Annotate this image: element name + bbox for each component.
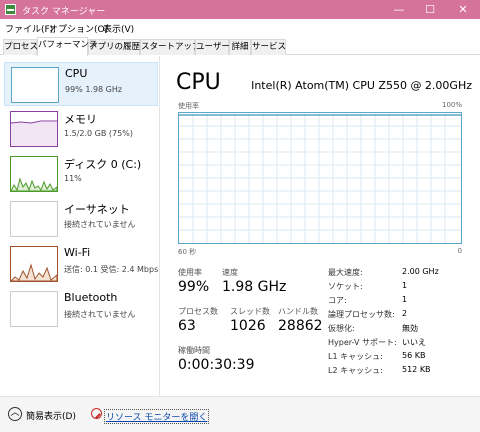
graph-label-usage: 使用率 bbox=[178, 102, 199, 110]
tab-performance[interactable]: パフォーマンス bbox=[37, 37, 97, 56]
bluetooth-thumbnail bbox=[10, 291, 58, 327]
sidebar-item-detail: 送信: 0.1 受信: 2.4 Mbps bbox=[64, 265, 159, 274]
info-label-hyperv: Hyper-V サポート: bbox=[328, 338, 397, 347]
info-value-cores: 1 bbox=[402, 295, 408, 304]
info-value-l2-cache: 512 KB bbox=[402, 365, 431, 374]
sidebar-item-label: CPU bbox=[65, 67, 88, 80]
wifi-sparkline bbox=[10, 263, 58, 282]
sidebar-item-detail: 99% 1.98 GHz bbox=[65, 85, 123, 94]
info-label-max-speed: 最大速度: bbox=[328, 268, 363, 277]
ethernet-thumbnail bbox=[10, 201, 58, 237]
sidebar-item-label: イーサネット bbox=[64, 203, 130, 216]
sidebar-item-bluetooth[interactable]: Bluetooth 接続されていません bbox=[4, 287, 158, 331]
sidebar-item-wifi[interactable]: Wi-Fi 送信: 0.1 受信: 2.4 Mbps bbox=[4, 242, 158, 286]
threads-label: スレッド数 bbox=[230, 307, 270, 316]
handles-label: ハンドル数 bbox=[278, 307, 318, 316]
info-label-logical-processors: 論理プロセッサ数: bbox=[328, 310, 395, 319]
wifi-thumbnail bbox=[10, 246, 58, 282]
info-value-sockets: 1 bbox=[402, 281, 408, 290]
window-title: タスク マネージャー bbox=[22, 7, 106, 17]
memory-sparkline bbox=[10, 120, 57, 146]
sidebar-item-cpu[interactable]: CPU 99% 1.98 GHz bbox=[4, 62, 158, 106]
task-manager-icon bbox=[5, 4, 16, 15]
sidebar-item-detail: 接続されていません bbox=[64, 310, 136, 319]
graph-label-duration: 60 秒 bbox=[178, 248, 197, 256]
info-label-sockets: ソケット: bbox=[328, 282, 363, 291]
cpu-thumbnail bbox=[11, 67, 59, 103]
sidebar-item-detail: 1.5/2.0 GB (75%) bbox=[64, 129, 133, 138]
sidebar-item-ethernet[interactable]: イーサネット 接続されていません bbox=[4, 197, 158, 241]
processes-value: 63 bbox=[178, 318, 196, 334]
uptime-label: 稼働時間 bbox=[178, 346, 210, 355]
menu-options[interactable]: オプション(O) bbox=[49, 22, 108, 35]
page-title: CPU bbox=[176, 70, 221, 95]
handles-value: 28862 bbox=[278, 318, 323, 334]
chevron-up-icon[interactable]: ︿ bbox=[8, 407, 22, 421]
info-label-l2-cache: L2 キャッシュ: bbox=[328, 366, 383, 375]
resource-monitor-icon bbox=[91, 408, 102, 419]
cpu-graph-grid bbox=[179, 113, 461, 243]
disk-sparkline bbox=[10, 177, 58, 192]
footer-bar: ︿ 簡易表示(D) リソース モニターを開く bbox=[0, 396, 480, 432]
memory-thumbnail bbox=[10, 111, 58, 147]
sidebar-item-label: メモリ bbox=[64, 113, 97, 126]
disk-thumbnail bbox=[10, 156, 58, 192]
cpu-model-name: Intel(R) Atom(TM) CPU Z550 @ 2.00GHz bbox=[251, 79, 472, 92]
sidebar-item-disk[interactable]: ディスク 0 (C:) 11% bbox=[4, 152, 158, 196]
sidebar-item-label: ディスク 0 (C:) bbox=[64, 158, 142, 171]
close-button[interactable]: ✕ bbox=[446, 0, 480, 19]
sidebar-item-label: Wi-Fi bbox=[64, 246, 91, 259]
sidebar-item-label: Bluetooth bbox=[64, 291, 118, 304]
processes-label: プロセス数 bbox=[178, 307, 218, 316]
cpu-detail-panel: CPU Intel(R) Atom(TM) CPU Z550 @ 2.00GHz… bbox=[162, 56, 480, 396]
menu-view[interactable]: 表示(V) bbox=[103, 22, 134, 35]
threads-value: 1026 bbox=[230, 318, 266, 334]
menu-bar: ファイル(F) オプション(O) 表示(V) bbox=[0, 19, 480, 36]
tab-bar: プロセス パフォーマンス アプリの履歴 スタートアップ ユーザー 詳細 サービス bbox=[0, 36, 480, 56]
cpu-usage-graph bbox=[178, 112, 462, 244]
tab-services[interactable]: サービス bbox=[251, 39, 286, 55]
info-value-logical-processors: 2 bbox=[402, 309, 408, 318]
info-value-hyperv: いいえ bbox=[402, 338, 426, 347]
sidebar-item-detail: 11% bbox=[64, 174, 82, 183]
maximize-button[interactable]: ☐ bbox=[413, 0, 447, 19]
info-value-max-speed: 2.00 GHz bbox=[402, 267, 439, 276]
info-label-l1-cache: L1 キャッシュ: bbox=[328, 352, 383, 361]
fewer-details-button[interactable]: 簡易表示(D) bbox=[26, 409, 76, 422]
sidebar-item-detail: 接続されていません bbox=[64, 220, 136, 229]
menu-file[interactable]: ファイル(F) bbox=[5, 22, 53, 35]
info-label-cores: コア: bbox=[328, 296, 347, 305]
graph-label-max: 100% bbox=[441, 101, 462, 109]
tab-processes[interactable]: プロセス bbox=[3, 39, 38, 55]
sidebar-item-memory[interactable]: メモリ 1.5/2.0 GB (75%) bbox=[4, 107, 158, 151]
info-value-l1-cache: 56 KB bbox=[402, 351, 426, 360]
open-resource-monitor-link[interactable]: リソース モニターを開く bbox=[104, 409, 210, 424]
minimize-button[interactable]: — bbox=[382, 0, 416, 19]
info-label-virtualization: 仮想化: bbox=[328, 324, 355, 333]
tab-startup[interactable]: スタートアップ bbox=[140, 39, 201, 55]
usage-value: 99% bbox=[178, 279, 210, 295]
usage-label: 使用率 bbox=[178, 268, 202, 277]
uptime-value: 0:00:30:39 bbox=[178, 357, 255, 373]
resource-sidebar: CPU 99% 1.98 GHz メモリ 1.5/2.0 GB (75%) ディ… bbox=[0, 56, 160, 396]
graph-label-zero: 0 bbox=[457, 247, 462, 255]
tab-users[interactable]: ユーザー bbox=[195, 39, 230, 55]
tab-details[interactable]: 詳細 bbox=[229, 39, 251, 55]
title-bar: タスク マネージャー — ☐ ✕ bbox=[0, 0, 480, 19]
speed-label: 速度 bbox=[222, 268, 238, 277]
info-value-virtualization: 無効 bbox=[402, 324, 418, 333]
speed-value: 1.98 GHz bbox=[222, 279, 287, 295]
